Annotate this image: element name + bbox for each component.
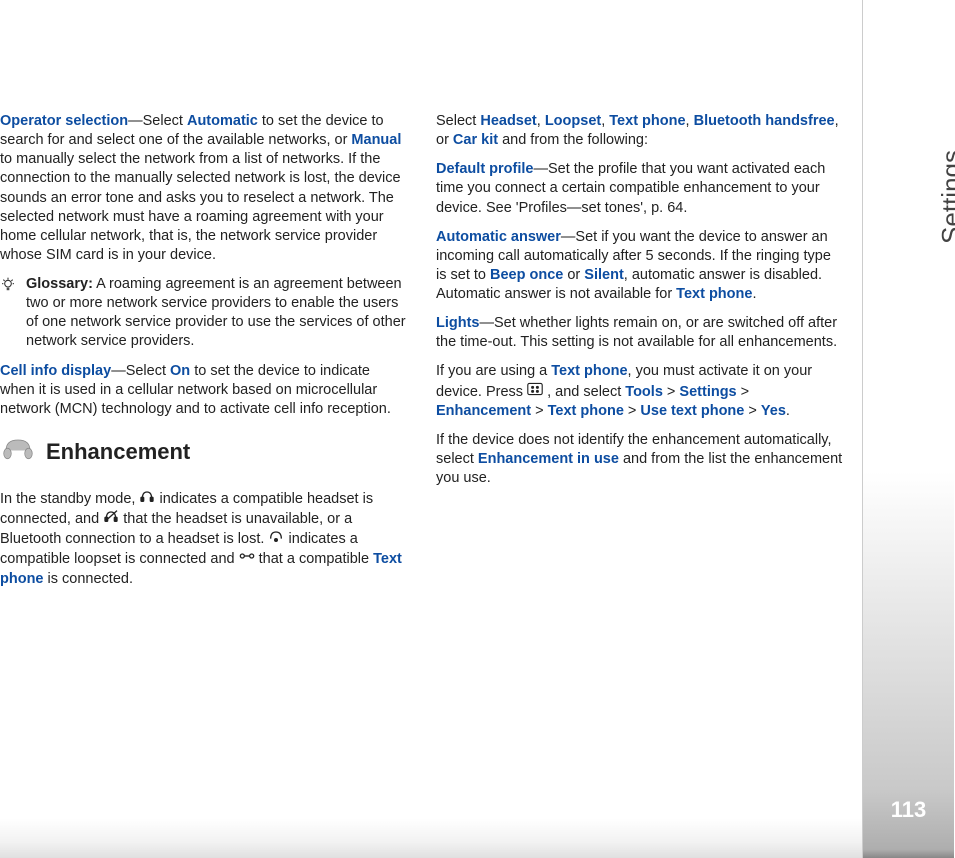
default-profile-paragraph: Default profile—Set the profile that you…	[436, 160, 844, 217]
loopset-ref: Loopset	[545, 113, 601, 129]
enhancement-ref: Enhancement	[436, 403, 531, 419]
lights-term: Lights	[436, 315, 480, 331]
enhancement-heading: Enhancement	[0, 435, 408, 469]
text-phone-icon	[239, 549, 255, 569]
headset-ref: Headset	[480, 113, 536, 129]
cell-info-term: Cell info display	[0, 363, 111, 379]
operator-selection-paragraph: Operator selection—Select Automatic to s…	[0, 112, 408, 265]
lightbulb-icon	[0, 277, 16, 299]
automatic-answer-term: Automatic answer	[436, 229, 561, 245]
sidebar: Settings 113	[862, 0, 954, 858]
glossary-label: Glossary:	[26, 276, 93, 292]
standby-paragraph: In the standby mode, indicates a compati…	[0, 489, 408, 589]
loopset-icon	[268, 529, 284, 549]
yes-ref: Yes	[761, 403, 786, 419]
headset-icon	[0, 435, 36, 469]
enhancement-in-use-ref: Enhancement in use	[478, 451, 619, 467]
left-column: Operator selection—Select Automatic to s…	[0, 112, 408, 858]
settings-ref: Settings	[679, 383, 736, 399]
menu-key-icon	[527, 382, 543, 402]
operator-selection-term: Operator selection	[0, 113, 128, 129]
glossary-block: Glossary: A roaming agreement is an agre…	[0, 275, 408, 352]
car-kit-ref: Car kit	[453, 132, 498, 148]
right-column: Select Headset, Loopset, Text phone, Blu…	[436, 112, 844, 858]
automatic-answer-paragraph: Automatic answer—Set if you want the dev…	[436, 228, 844, 305]
cell-info-paragraph: Cell info display—Select On to set the d…	[0, 362, 408, 419]
use-text-phone-ref: Use text phone	[640, 403, 744, 419]
headset-unavailable-icon	[103, 509, 119, 529]
bluetooth-handsfree-ref: Bluetooth handsfree	[694, 113, 835, 129]
text-phone-ref-3: Text phone	[676, 286, 752, 302]
manual-ref: Manual	[351, 132, 401, 148]
headset-connected-icon	[139, 489, 155, 509]
lights-paragraph: Lights—Set whether lights remain on, or …	[436, 314, 844, 352]
page-number: 113	[891, 797, 927, 823]
automatic-ref: Automatic	[187, 113, 258, 129]
text-phone-ref-4: Text phone	[551, 363, 627, 379]
text-phone-activate-paragraph: If you are using a Text phone, you must …	[436, 362, 844, 420]
beep-once-ref: Beep once	[490, 267, 563, 283]
tools-ref: Tools	[625, 383, 663, 399]
silent-ref: Silent	[584, 267, 623, 283]
text-phone-menu-ref: Text phone	[548, 403, 624, 419]
enhancement-in-use-paragraph: If the device does not identify the enha…	[436, 431, 844, 488]
section-label: Settings	[936, 150, 955, 244]
enhancement-title: Enhancement	[46, 437, 190, 466]
text-phone-ref-2: Text phone	[609, 113, 685, 129]
on-ref: On	[170, 363, 190, 379]
select-enhancements-paragraph: Select Headset, Loopset, Text phone, Blu…	[436, 112, 844, 150]
default-profile-term: Default profile	[436, 161, 533, 177]
